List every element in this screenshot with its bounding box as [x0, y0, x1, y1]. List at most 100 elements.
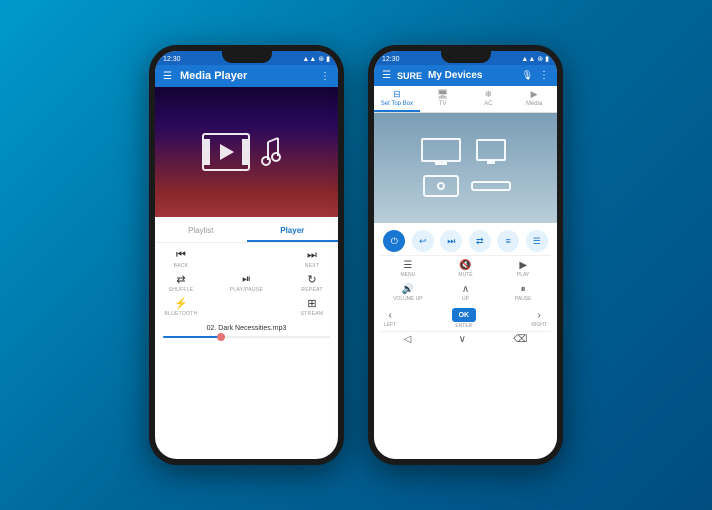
media-tabs: Playlist Player: [155, 221, 338, 243]
ok-label: OK: [452, 308, 476, 322]
media-label: Media: [526, 101, 542, 107]
right-label: RIGHT: [531, 322, 547, 328]
player-controls: ⏮ BACK ⏭ NEXT ⇄ SHUFFLE ⏯ PLAY/P: [155, 243, 338, 323]
page-icon: ☰: [526, 230, 548, 252]
media-hero: [155, 87, 338, 217]
delete-icon: ⌫: [513, 334, 527, 345]
left-button[interactable]: ‹ LEFT: [384, 310, 396, 328]
list-icon: ≡: [497, 230, 519, 252]
device-tabs: ⊟ Set Top Box 🖥 TV ❄ AC ▶ Media: [374, 86, 557, 113]
repeat-button[interactable]: ↻ REPEAT: [294, 273, 330, 293]
mute-icon: 🔇: [459, 260, 471, 271]
volume-up-icon: 🔊: [402, 284, 414, 295]
skip-button[interactable]: ⏭: [440, 230, 462, 252]
menu-button[interactable]: ☰ MENU: [380, 258, 436, 280]
tab-set-top-box[interactable]: ⊟ Set Top Box: [374, 86, 420, 112]
up-icon: ∧: [462, 284, 469, 295]
page-button[interactable]: ☰: [526, 230, 548, 252]
tv-icon: 🖥: [437, 89, 448, 100]
back-btn-bottom[interactable]: ◁: [404, 334, 412, 345]
delete-btn[interactable]: ⌫: [513, 334, 527, 345]
ac-icon: ❄: [485, 89, 493, 100]
film-icon: [202, 133, 250, 171]
shuffle-button[interactable]: ⇄ SHUFFLE: [163, 273, 199, 293]
power-button[interactable]: ⏻: [383, 230, 405, 252]
projector: [423, 175, 459, 197]
wifi-icon-right: ⊛: [537, 55, 543, 63]
dpad-area: ‹ LEFT OK ENTER › RIGHT: [380, 306, 551, 331]
back-icon: ↩: [412, 230, 434, 252]
device-hero: [374, 113, 557, 223]
pause-label: PAUSE: [515, 296, 532, 302]
list-button[interactable]: ≡: [497, 230, 519, 252]
remote-buttons: ⏻ ↩ ⏭ ⇄ ≡ ☰: [374, 223, 557, 459]
projector-icon: [419, 171, 463, 201]
signal-icon: ▲▲: [302, 56, 316, 63]
back-button[interactable]: ⏮ BACK: [163, 249, 199, 269]
swap-button[interactable]: ⇄: [469, 230, 491, 252]
pause-icon: ⏸: [521, 284, 526, 295]
progress-bar[interactable]: [163, 336, 330, 338]
play-pause-button[interactable]: ⏯ PLAY/PAUSE: [229, 273, 265, 293]
menu-icon-remote: ☰: [403, 260, 412, 271]
ok-enter-button[interactable]: OK ENTER: [452, 308, 476, 329]
sure-menu-icon[interactable]: ☰: [382, 70, 391, 81]
more-icon[interactable]: ⋮: [320, 71, 330, 82]
mute-button[interactable]: 🔇 MUTE: [438, 258, 494, 280]
media-icon: ▶: [531, 89, 538, 100]
remote-top-row: ⏻ ↩ ⏭ ⇄ ≡ ☰: [380, 227, 551, 256]
phone-notch: [222, 51, 272, 63]
right-button[interactable]: › RIGHT: [531, 310, 547, 328]
next-button[interactable]: ⏭ NEXT: [294, 249, 330, 269]
power-icon: ⏻: [383, 230, 405, 252]
tab-tv[interactable]: 🖥 TV: [420, 86, 466, 112]
signal-icon-right: ▲▲: [521, 56, 535, 63]
set-top-box-icon: ⊟: [393, 89, 401, 100]
media-icons: [202, 133, 292, 171]
stream-button[interactable]: ⊞ STREAM: [294, 297, 330, 317]
skip-icon: ⏭: [440, 230, 462, 252]
bluetooth-button[interactable]: ⚡ BLUETOOTH: [163, 297, 199, 317]
swap-icon: ⇄: [469, 230, 491, 252]
projector-lens: [437, 182, 445, 190]
ctrl-row-3: ⚡ BLUETOOTH ⊞ STREAM: [163, 295, 330, 319]
back-arrow-icon: ◁: [404, 334, 412, 345]
play-label: PLAY: [517, 272, 529, 278]
bottom-row: ◁ ∨ ⌫: [380, 331, 551, 347]
play-triangle: [220, 144, 234, 160]
sure-header: ☰ SURE My Devices 🎙 ⋮: [374, 65, 557, 86]
pause-button[interactable]: ⏸ PAUSE: [495, 282, 551, 304]
status-icons-right: ▲▲ ⊛ ▮: [521, 55, 549, 63]
remote-grid: ☰ MENU 🔇 MUTE ▶ PLAY 🔊 VOLUME UP ∧ U: [380, 256, 551, 306]
battery-icon: ▮: [326, 55, 330, 63]
music-note-icon: [256, 134, 292, 170]
media-player-title: Media Player: [180, 70, 312, 82]
time-right: 12:30: [382, 56, 400, 63]
tab-ac[interactable]: ❄ AC: [466, 86, 512, 112]
tv-monitor-icon: [469, 135, 513, 165]
status-icons-left: ▲▲ ⊛ ▮: [302, 55, 330, 63]
play-button[interactable]: ▶ PLAY: [495, 258, 551, 280]
song-title: 02. Dark Necessities.mp3: [155, 323, 338, 334]
tab-player[interactable]: Player: [247, 221, 339, 242]
menu-icon[interactable]: ☰: [163, 71, 172, 82]
volume-up-button[interactable]: 🔊 VOLUME UP: [380, 282, 436, 304]
media-player-phone: 12:30 ▲▲ ⊛ ▮ ☰ Media Player ⋮: [149, 45, 344, 465]
up-label: UP: [462, 296, 469, 302]
down-icon: ∨: [459, 334, 466, 345]
enter-label: ENTER: [455, 323, 472, 329]
back-nav-button[interactable]: ↩: [412, 230, 434, 252]
sure-more-icon[interactable]: ⋮: [539, 70, 549, 81]
soundbar-icon: [469, 171, 513, 201]
ctrl-row-2: ⇄ SHUFFLE ⏯ PLAY/PAUSE ↻ REPEAT: [163, 271, 330, 295]
tab-media[interactable]: ▶ Media: [511, 86, 557, 112]
left-icon: ‹: [388, 310, 391, 321]
microphone-icon[interactable]: 🎙: [522, 70, 533, 81]
tv-flat-icon: [419, 135, 463, 165]
tab-playlist[interactable]: Playlist: [155, 221, 247, 242]
play-icon: ▶: [519, 260, 527, 271]
sure-remote-phone: 12:30 ▲▲ ⊛ ▮ ☰ SURE My Devices 🎙 ⋮ ⊟ Set…: [368, 45, 563, 465]
sure-logo: SURE: [397, 71, 422, 81]
up-button[interactable]: ∧ UP: [438, 282, 494, 304]
down-btn[interactable]: ∨: [459, 334, 466, 345]
